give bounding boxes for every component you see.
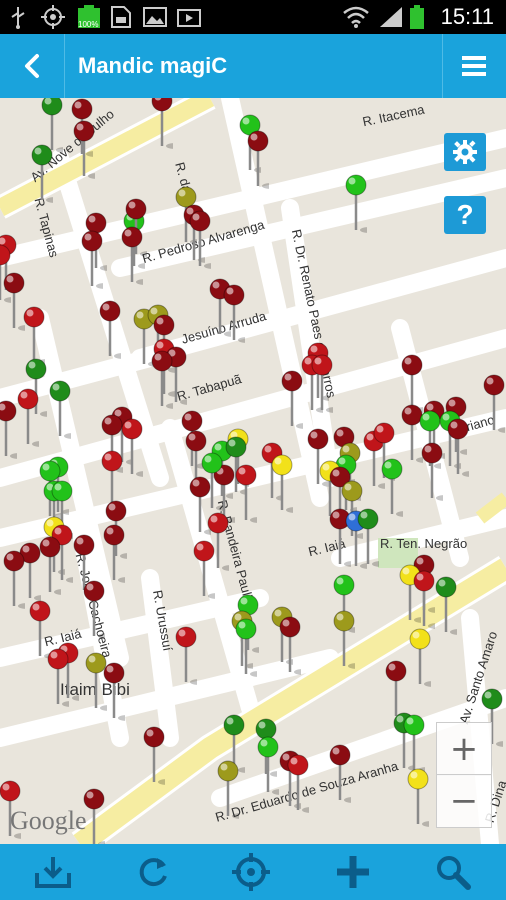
settings-button[interactable] [444,133,486,171]
map-pin[interactable] [407,768,429,828]
map-pin[interactable] [271,454,293,514]
map-pin[interactable] [447,418,469,478]
map-pin[interactable] [279,616,301,676]
google-logo: Google [10,806,87,835]
hamburger-menu-icon [462,56,486,76]
battery-label: 100% [78,20,99,29]
refresh-icon [139,858,167,887]
gps-icon [41,5,65,29]
map-pin[interactable] [409,628,431,688]
appbar-divider [64,34,65,98]
battery-charging-icon [410,5,424,29]
sim-icon [111,6,131,28]
map-pin[interactable] [99,300,121,360]
street-label: R. Ten. Negrão [380,536,468,551]
map-pin[interactable] [47,648,69,708]
usb-icon [11,7,25,29]
map-pin[interactable] [31,144,53,204]
map-pin[interactable] [151,98,173,150]
map-pin[interactable] [39,536,61,596]
map-pin[interactable] [413,570,435,630]
wifi-icon [343,6,369,28]
map-pin[interactable] [3,272,25,332]
map-pin[interactable] [151,350,173,410]
map-pin[interactable] [381,458,403,518]
map-pin[interactable] [103,524,125,584]
map-view[interactable]: Av. Nove de Julho R. Itacema R. Tapinas … [0,98,506,844]
search-button[interactable] [418,844,488,900]
map-pin[interactable] [435,576,457,636]
map-pin[interactable] [121,418,143,478]
zoom-out-button[interactable]: − [436,774,492,828]
map-pin[interactable] [247,130,269,190]
map-pin[interactable] [81,230,103,290]
add-button[interactable] [318,844,388,900]
map-pin[interactable] [385,660,407,720]
map-pin[interactable] [103,662,125,722]
app-title: Mandic magiC [78,53,228,78]
gallery-icon [143,7,167,27]
bottom-toolbar [0,844,506,900]
map-pin[interactable] [73,120,95,180]
signal-icon [380,7,402,27]
map-pin[interactable] [83,580,105,640]
minus-icon: − [449,781,479,821]
map-pin[interactable] [217,760,239,820]
map-pin[interactable] [311,354,333,414]
map-pin[interactable] [421,442,443,502]
help-icon: ? [456,199,474,230]
map-pin[interactable] [329,744,351,804]
download-icon [35,857,71,888]
app-bar: Mandic magiC [0,34,506,98]
plus-icon: + [449,729,479,769]
search-icon [437,856,471,890]
gear-icon [453,140,477,164]
map-pin[interactable] [189,210,211,270]
menu-button[interactable] [442,34,506,98]
map-pin[interactable] [121,226,143,286]
chevron-left-icon [25,54,39,78]
clock: 15:11 [440,4,494,29]
map-pin[interactable] [281,370,303,430]
map-pin[interactable] [223,284,245,344]
map-pin[interactable] [403,714,425,774]
map-pin[interactable] [0,400,17,460]
plus-icon [337,856,369,888]
map-pin[interactable] [193,540,215,600]
crosshair-icon [232,853,270,891]
map-pin[interactable] [175,626,197,686]
map-pin[interactable] [287,754,309,814]
map-pin[interactable] [357,508,379,568]
zoom-in-button[interactable]: + [436,722,492,776]
locate-button[interactable] [216,844,286,900]
map-pin[interactable] [143,726,165,786]
map-pin[interactable] [23,306,45,366]
status-bar: 100% 15:11 [0,0,506,34]
map-pin[interactable] [483,374,505,434]
map-pin[interactable] [235,464,257,524]
help-button[interactable]: ? [444,196,486,234]
map-pin[interactable] [257,736,279,796]
download-button[interactable] [18,844,88,900]
map-pin[interactable] [49,380,71,440]
map-pin[interactable] [17,388,39,448]
map-pin[interactable] [333,610,355,670]
video-icon [177,9,201,27]
refresh-button[interactable] [118,844,188,900]
map-pin[interactable] [235,618,257,678]
back-button[interactable] [0,34,64,98]
map-pin[interactable] [3,550,25,610]
map-pin[interactable] [345,174,367,234]
